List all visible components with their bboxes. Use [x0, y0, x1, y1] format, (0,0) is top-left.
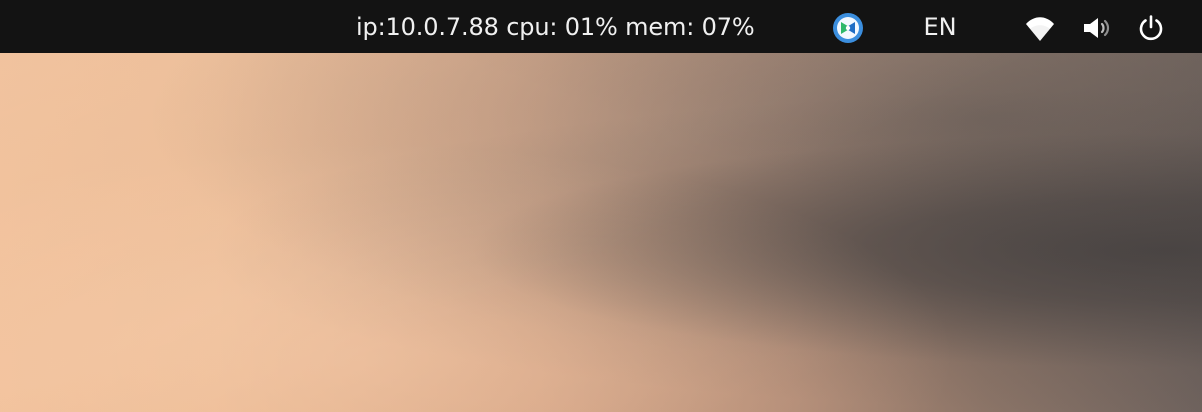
remote-desktop-tray-icon[interactable]: [831, 11, 865, 45]
desktop-wallpaper: [0, 53, 1202, 412]
input-language-indicator[interactable]: EN: [919, 12, 961, 42]
desktop-screen: ip:10.0.7.88 cpu: 01% mem: 07% EN: [0, 0, 1202, 412]
wifi-icon: [1026, 17, 1054, 41]
power-icon: [1139, 15, 1163, 41]
volume-icon: [1084, 18, 1110, 38]
remote-desktop-icon: [833, 13, 863, 43]
top-panel: ip:10.0.7.88 cpu: 01% mem: 07% EN: [0, 0, 1202, 53]
power-menu-button[interactable]: [1134, 12, 1168, 44]
wifi-status-button[interactable]: [1023, 12, 1057, 44]
memory-usage-text: mem: 07%: [625, 13, 755, 41]
volume-status-button[interactable]: [1080, 12, 1114, 44]
system-monitor-indicator[interactable]: ip:10.0.7.88 cpu: 01% mem: 07%: [356, 12, 755, 42]
ip-address-text: ip:10.0.7.88: [356, 13, 499, 41]
cpu-usage-text: cpu: 01%: [506, 13, 618, 41]
